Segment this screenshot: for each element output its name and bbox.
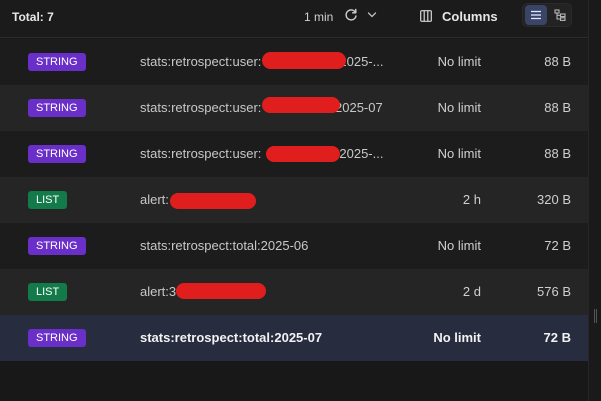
- table-row[interactable]: STRING stats:retrospect:total:2025-06 No…: [0, 223, 588, 269]
- ttl-value: 2 h: [462, 192, 481, 207]
- tree-view-icon: [554, 9, 566, 21]
- resize-handle[interactable]: [594, 309, 597, 323]
- redaction-mark: [266, 146, 340, 162]
- type-badge: STRING: [28, 99, 86, 117]
- ttl-value: No limit: [437, 54, 481, 69]
- key-name: stats:retrospect:total:2025-06: [140, 238, 309, 253]
- key-name: alert:: [140, 192, 169, 207]
- redaction-mark: [262, 52, 346, 69]
- ttl-value: 2 d: [462, 284, 481, 299]
- keys-list: STRING stats:retrospect:user: 2025-... No…: [0, 39, 588, 361]
- redaction-mark: [262, 97, 340, 113]
- table-row-selected[interactable]: STRING stats:retrospect:total:2025-07 No…: [0, 315, 588, 361]
- key-name: stats:retrospect:total:2025-07: [140, 330, 323, 345]
- view-mode-switch: [522, 3, 572, 27]
- key-name: alert:3: [140, 284, 177, 299]
- size-value: 72 B: [544, 238, 571, 253]
- size-value: 72 B: [543, 330, 571, 345]
- type-badge: STRING: [28, 329, 86, 347]
- keys-toolbar: Total: 7 1 min Columns: [0, 0, 588, 38]
- size-value: 88 B: [544, 100, 571, 115]
- total-count: Total: 7: [12, 10, 54, 24]
- columns-label: Columns: [442, 8, 498, 24]
- type-badge: STRING: [28, 237, 86, 255]
- ttl-value: No limit: [437, 238, 481, 253]
- ttl-value: No limit: [437, 100, 481, 115]
- columns-icon: [420, 10, 432, 22]
- refresh-icon[interactable]: [344, 8, 358, 22]
- table-row[interactable]: LIST alert:3 2 d 576 B: [0, 269, 588, 315]
- redaction-mark: [170, 193, 256, 209]
- ttl-value: No limit: [433, 330, 481, 345]
- vertical-scrollbar[interactable]: [588, 0, 601, 401]
- size-value: 320 B: [537, 192, 571, 207]
- type-badge: LIST: [28, 191, 68, 209]
- refresh-interval-label[interactable]: 1 min: [304, 10, 333, 24]
- type-badge: STRING: [28, 145, 86, 163]
- list-view-icon: [531, 10, 541, 20]
- chevron-down-icon[interactable]: [367, 11, 377, 19]
- columns-button[interactable]: Columns: [420, 6, 498, 26]
- type-badge: STRING: [28, 53, 86, 71]
- tree-view-button[interactable]: [549, 5, 571, 25]
- ttl-value: No limit: [437, 146, 481, 161]
- redaction-mark: [176, 283, 266, 299]
- size-value: 88 B: [544, 146, 571, 161]
- size-value: 576 B: [537, 284, 571, 299]
- size-value: 88 B: [544, 54, 571, 69]
- table-row[interactable]: LIST alert: 2 h 320 B: [0, 177, 588, 223]
- list-view-button[interactable]: [525, 5, 547, 25]
- type-badge: LIST: [28, 283, 68, 301]
- key-name: stats:retrospect:user: 2025-...: [140, 146, 384, 161]
